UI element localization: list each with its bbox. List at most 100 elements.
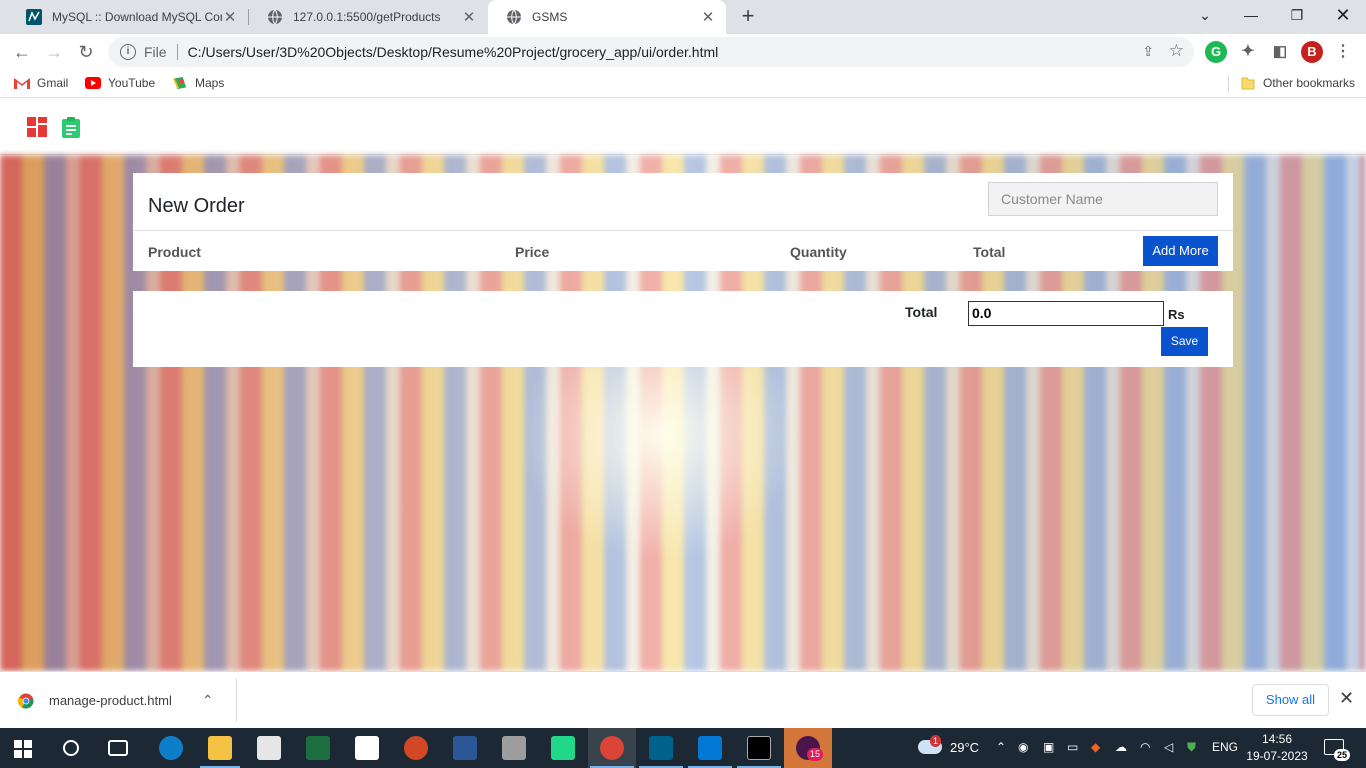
mail-icon[interactable] bbox=[355, 736, 379, 760]
download-shelf: manage-product.html ⌃ Show all ✕ bbox=[0, 671, 1366, 728]
file-explorer-icon[interactable] bbox=[208, 736, 232, 760]
vscode-icon[interactable] bbox=[698, 736, 722, 760]
speaker-icon[interactable]: ◁ bbox=[1164, 740, 1173, 754]
share-icon[interactable]: ⇪ bbox=[1142, 43, 1154, 60]
bookmark-star-icon[interactable]: ☆ bbox=[1169, 41, 1184, 61]
edge-icon[interactable] bbox=[159, 736, 183, 760]
url-scheme: File bbox=[144, 44, 167, 60]
currency-label: Rs bbox=[1168, 307, 1185, 322]
terminal-icon[interactable] bbox=[747, 736, 771, 760]
security-icon[interactable]: ⛊ bbox=[1187, 740, 1196, 755]
notification-count: 25 bbox=[1334, 749, 1351, 761]
bookmark-youtube[interactable]: YouTube bbox=[85, 76, 155, 90]
profile-avatar[interactable]: B bbox=[1301, 41, 1323, 63]
total-label: Total bbox=[905, 304, 938, 320]
windows-start-icon[interactable] bbox=[14, 740, 32, 758]
clipboard-icon[interactable] bbox=[60, 116, 82, 138]
download-filename: manage-product.html bbox=[49, 693, 172, 708]
slack-badge: 15 bbox=[807, 748, 824, 761]
maximize-button[interactable]: ❐ bbox=[1274, 0, 1320, 30]
save-button[interactable]: Save bbox=[1161, 327, 1208, 356]
new-order-card: New Order Customer Name Product Price Qu… bbox=[133, 173, 1233, 271]
bookmark-label: Maps bbox=[195, 76, 225, 90]
wifi-icon[interactable]: ◠ bbox=[1140, 740, 1150, 754]
close-icon[interactable]: ✕ bbox=[461, 8, 477, 26]
folder-icon bbox=[1241, 77, 1255, 90]
total-input[interactable]: 0.0 bbox=[968, 301, 1164, 326]
app-icon[interactable] bbox=[502, 736, 526, 760]
battery-icon[interactable]: ▭ bbox=[1067, 740, 1078, 754]
tab-title: 127.0.0.1:5500/getProducts bbox=[293, 10, 441, 24]
language-indicator[interactable]: ENG bbox=[1212, 740, 1238, 754]
url-text[interactable]: C:/Users/User/3D%20Objects/Desktop/Resum… bbox=[188, 44, 719, 60]
page-viewport: New Order Customer Name Product Price Qu… bbox=[0, 103, 1366, 671]
bookmarks-divider bbox=[1228, 75, 1229, 93]
pycharm-icon[interactable] bbox=[551, 736, 575, 760]
side-panel-icon[interactable]: ◧ bbox=[1269, 41, 1291, 63]
other-bookmarks-label: Other bookmarks bbox=[1263, 76, 1356, 90]
task-view-icon[interactable] bbox=[108, 740, 128, 756]
menu-icon[interactable]: ⋮ bbox=[1332, 41, 1354, 63]
tab-getproducts[interactable]: 127.0.0.1:5500/getProducts ✕ bbox=[249, 0, 487, 34]
bookmark-maps[interactable]: Maps bbox=[172, 76, 224, 90]
close-window-button[interactable]: ✕ bbox=[1320, 0, 1366, 30]
back-icon[interactable]: ← bbox=[10, 40, 34, 64]
column-total: Total bbox=[973, 244, 1006, 260]
bookmark-label: YouTube bbox=[108, 76, 156, 90]
tab-search-icon[interactable]: ⌄ bbox=[1182, 0, 1228, 30]
clock-date[interactable]: 19-07-2023 bbox=[1246, 749, 1308, 763]
weather-temperature[interactable]: 29°C bbox=[950, 740, 979, 755]
other-bookmarks[interactable]: Other bookmarks bbox=[1240, 76, 1355, 90]
windows-taskbar: 15 1 29°C ⌃ ◉ ▣ ▭ ◆ ☁ ◠ ◁ ⛊ ENG 14:56 19… bbox=[0, 728, 1366, 768]
tab-title: GSMS bbox=[532, 10, 568, 24]
network-offline-icon[interactable]: ☁ bbox=[1115, 740, 1127, 754]
tray-app-icon[interactable]: ▣ bbox=[1043, 740, 1054, 754]
close-icon[interactable]: ✕ bbox=[222, 8, 238, 26]
info-icon[interactable]: i bbox=[120, 44, 136, 60]
new-tab-button[interactable]: + bbox=[736, 5, 760, 29]
order-total-card: Total 0.0 Rs Save bbox=[133, 291, 1233, 367]
weather-badge: 1 bbox=[930, 735, 942, 747]
tray-alert-icon[interactable]: ◆ bbox=[1091, 740, 1100, 754]
add-more-button[interactable]: Add More bbox=[1143, 236, 1218, 266]
download-item[interactable]: manage-product.html ⌃ bbox=[18, 692, 214, 709]
chevron-up-icon[interactable]: ⌃ bbox=[202, 692, 214, 709]
show-all-button[interactable]: Show all bbox=[1252, 684, 1329, 716]
customer-name-input[interactable]: Customer Name bbox=[988, 182, 1218, 216]
chrome-icon bbox=[18, 693, 34, 709]
search-icon[interactable] bbox=[63, 740, 79, 756]
tab-mysql[interactable]: MySQL :: Download MySQL Conn ✕ bbox=[8, 0, 248, 34]
camera-icon[interactable] bbox=[257, 736, 281, 760]
tab-title: MySQL :: Download MySQL Conn bbox=[52, 10, 222, 24]
mysql-workbench-icon[interactable] bbox=[649, 736, 673, 760]
column-quantity: Quantity bbox=[790, 244, 847, 260]
grammarly-icon[interactable]: G bbox=[1205, 41, 1227, 63]
word-icon[interactable] bbox=[453, 736, 477, 760]
dashboard-icon[interactable] bbox=[26, 116, 48, 138]
bookmark-gmail[interactable]: Gmail bbox=[14, 76, 68, 90]
bookmarks-bar: Gmail YouTube Maps Other bookmarks bbox=[0, 70, 1366, 98]
forward-icon[interactable]: → bbox=[42, 40, 66, 64]
mysql-favicon-icon bbox=[26, 9, 42, 25]
order-table-header: Product Price Quantity Total Add More bbox=[133, 230, 1233, 271]
chevron-up-icon[interactable]: ⌃ bbox=[996, 740, 1006, 754]
powerpoint-icon[interactable] bbox=[404, 736, 428, 760]
grammarly-tray-icon[interactable]: ◉ bbox=[1018, 740, 1028, 754]
close-icon[interactable]: ✕ bbox=[700, 8, 716, 26]
address-bar[interactable]: i File C:/Users/User/3D%20Objects/Deskto… bbox=[108, 37, 1194, 67]
browser-toolbar: ← → ↻ i File C:/Users/User/3D%20Objects/… bbox=[0, 34, 1366, 70]
minimize-button[interactable]: — bbox=[1228, 0, 1274, 30]
close-icon[interactable]: ✕ bbox=[1339, 688, 1354, 709]
bookmark-label: Gmail bbox=[37, 76, 69, 90]
gmail-icon bbox=[14, 78, 30, 89]
shelf-divider bbox=[236, 678, 237, 722]
chrome-taskbar-icon[interactable] bbox=[600, 736, 624, 760]
app-navbar bbox=[0, 103, 1366, 155]
excel-icon[interactable] bbox=[306, 736, 330, 760]
reload-icon[interactable]: ↻ bbox=[74, 40, 98, 64]
page-title: New Order bbox=[148, 195, 245, 217]
extensions-icon[interactable]: ✦ bbox=[1237, 41, 1259, 63]
tab-strip: MySQL :: Download MySQL Conn ✕ 127.0.0.1… bbox=[0, 0, 1366, 34]
tab-gsms[interactable]: GSMS ✕ bbox=[488, 0, 726, 34]
clock-time[interactable]: 14:56 bbox=[1250, 732, 1304, 746]
